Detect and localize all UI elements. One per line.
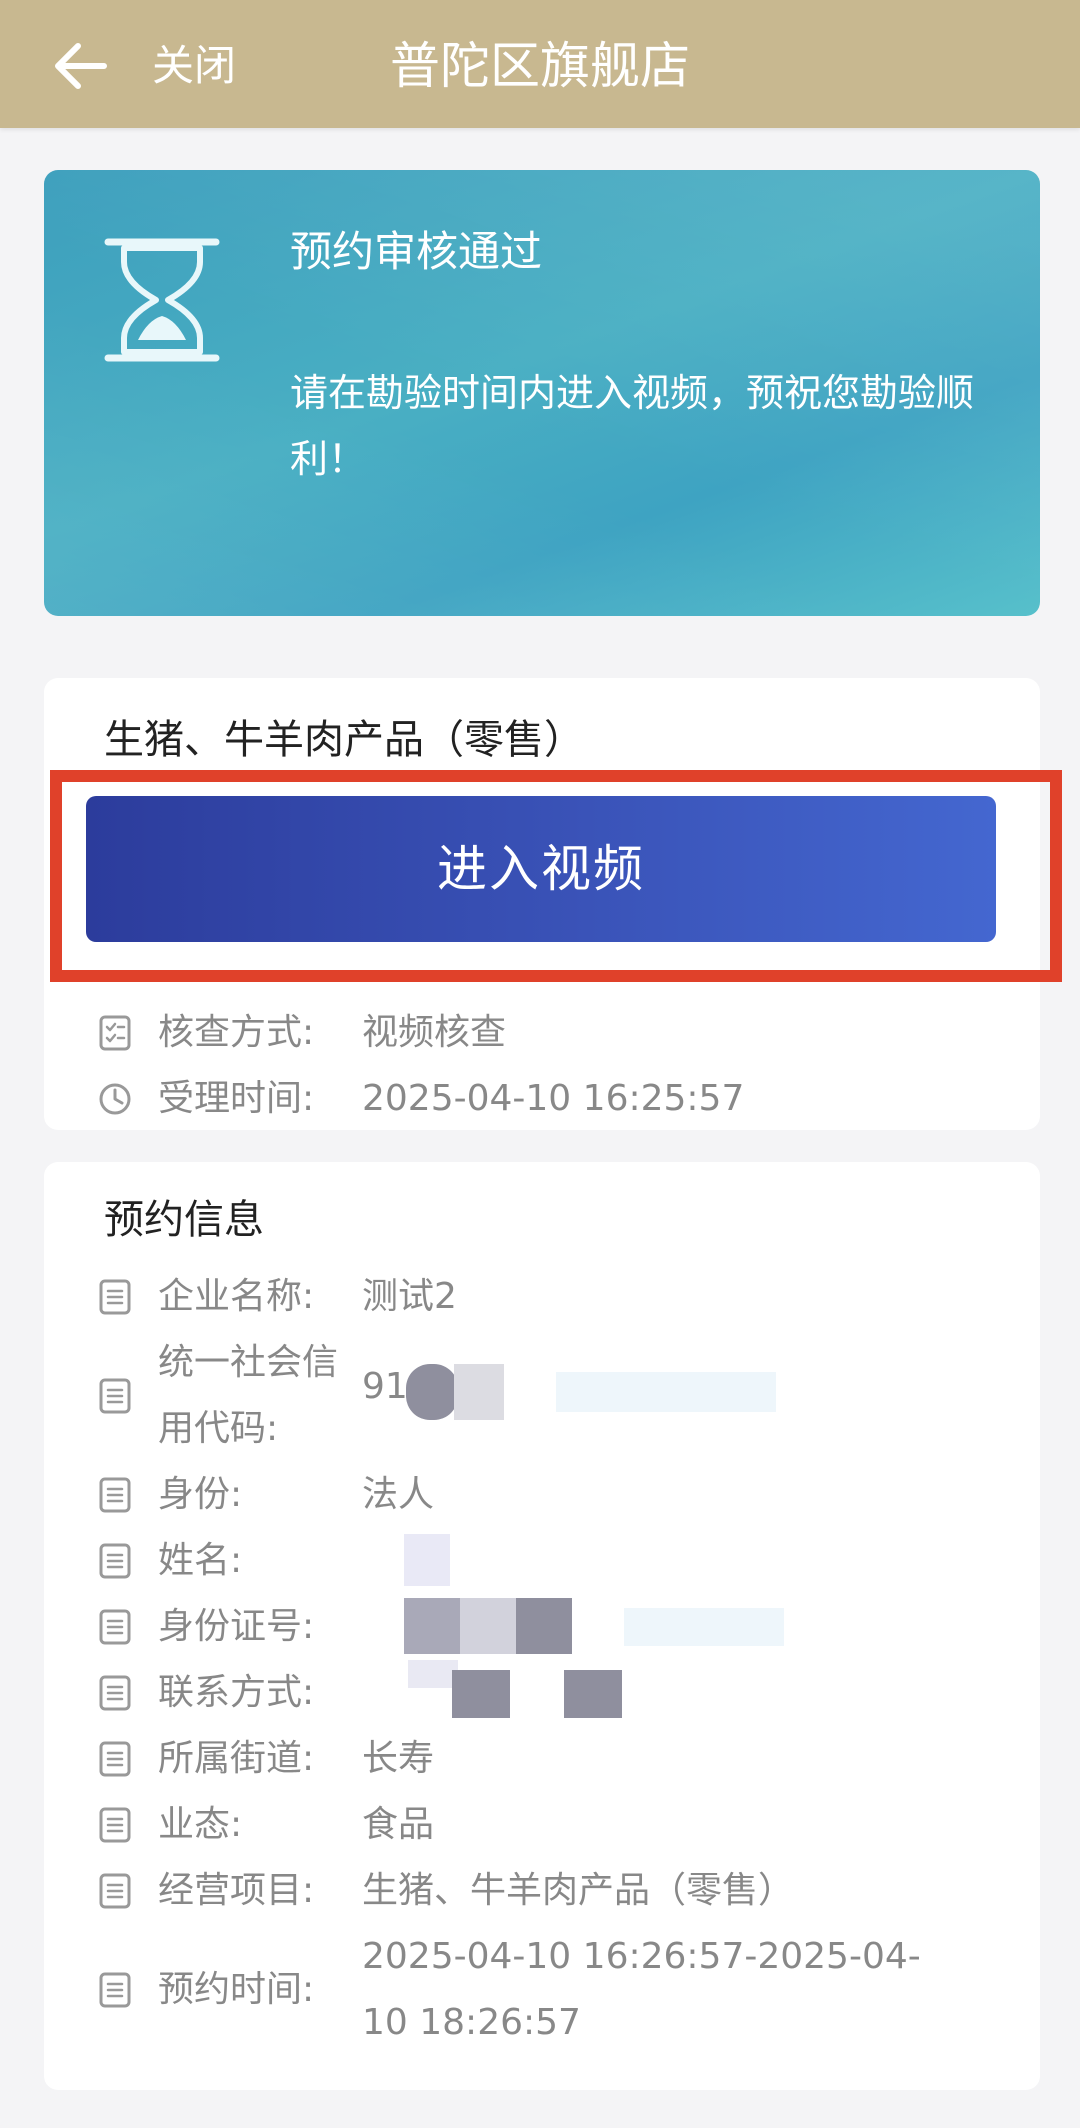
row-value: 长寿	[362, 1738, 435, 1779]
clock-icon	[99, 1083, 131, 1115]
row-label: 统一社会信用代码:	[158, 1342, 339, 1449]
row-value: 2025-04-10 16:26:57-2025-04-10 18:26:57	[362, 1936, 921, 2043]
row-label: 姓名:	[158, 1540, 243, 1581]
row-value: 视频核查	[362, 1012, 507, 1053]
row-label: 预约时间:	[158, 1969, 315, 2010]
info-row: 业态: 食品	[44, 1792, 1040, 1858]
redacted-block	[460, 1598, 516, 1654]
document-icon	[99, 1477, 131, 1513]
hourglass-icon	[104, 238, 220, 362]
info-row: 企业名称: 测试2	[44, 1264, 1040, 1330]
row-value: 法人	[362, 1474, 435, 1515]
row-value: 测试2	[362, 1276, 457, 1317]
info-row: 经营项目: 生猪、牛羊肉产品（零售）	[44, 1858, 1040, 1924]
document-icon	[99, 1741, 131, 1777]
info-row: 预约时间: 2025-04-10 16:26:57-2025-04-10 18:…	[44, 1924, 1040, 2056]
redacted-block	[556, 1372, 776, 1412]
close-button[interactable]: 关闭	[152, 40, 236, 92]
document-icon	[99, 1378, 131, 1414]
row-label: 联系方式:	[158, 1672, 315, 1713]
redacted-block	[454, 1364, 504, 1420]
status-banner: 预约审核通过 请在勘验时间内进入视频，预祝您勘验顺利！	[44, 170, 1040, 616]
row-label: 身份证号:	[158, 1606, 315, 1647]
booking-info-card: 预约信息 企业名称: 测试2 统一社会信用代码: 91 身份: 法人 姓名: 身…	[44, 1162, 1040, 2090]
row-label: 业态:	[158, 1804, 243, 1845]
document-icon	[99, 1675, 131, 1711]
row-label: 所属街道:	[158, 1738, 315, 1779]
redacted-block	[564, 1670, 622, 1718]
inspection-card: 生猪、牛羊肉产品（零售） 进入视频 核查方式: 视频核查 受理时间: 2025-…	[44, 678, 1062, 1132]
document-icon	[99, 1609, 131, 1645]
redacted-block	[624, 1608, 784, 1646]
row-label: 企业名称:	[158, 1276, 315, 1317]
row-label: 身份:	[158, 1474, 243, 1515]
info-row: 联系方式:	[44, 1660, 1040, 1726]
row-label: 受理时间:	[158, 1078, 315, 1119]
document-icon	[99, 1873, 131, 1909]
document-icon	[99, 1543, 131, 1579]
status-description: 请在勘验时间内进入视频，预祝您勘验顺利！	[290, 371, 975, 481]
info-row: 受理时间: 2025-04-10 16:25:57	[44, 1066, 1040, 1132]
row-value: 生猪、牛羊肉产品（零售）	[362, 1870, 795, 1911]
section-title: 预约信息	[104, 1197, 264, 1243]
business-item-title: 生猪、牛羊肉产品（零售）	[104, 717, 584, 763]
info-row: 所属街道: 长寿	[44, 1726, 1040, 1792]
arrow-left-icon[interactable]	[52, 42, 108, 90]
redacted-block	[404, 1534, 450, 1586]
row-label: 核查方式:	[158, 1012, 315, 1053]
info-row: 身份证号:	[44, 1594, 1040, 1660]
redacted-block	[406, 1364, 458, 1420]
enter-video-button[interactable]: 进入视频	[86, 796, 996, 942]
row-value: 2025-04-10 16:25:57	[362, 1078, 745, 1119]
redacted-block	[408, 1660, 458, 1688]
document-icon	[99, 1972, 131, 2008]
document-icon	[99, 1279, 131, 1315]
redacted-block	[452, 1670, 510, 1718]
info-row: 统一社会信用代码: 91	[44, 1330, 1040, 1462]
info-row: 姓名:	[44, 1528, 1040, 1594]
redacted-block	[404, 1598, 460, 1654]
row-label: 经营项目:	[158, 1870, 315, 1911]
redacted-block	[516, 1598, 572, 1654]
info-row: 核查方式: 视频核查	[44, 1000, 1040, 1066]
row-value: 食品	[362, 1804, 435, 1845]
checklist-icon	[99, 1015, 131, 1051]
info-row: 身份: 法人	[44, 1462, 1040, 1528]
top-nav-bar: 关闭 普陀区旗舰店	[0, 0, 1080, 128]
document-icon	[99, 1807, 131, 1843]
status-title: 预约审核通过	[290, 227, 543, 276]
page-title: 普陀区旗舰店	[390, 37, 690, 95]
